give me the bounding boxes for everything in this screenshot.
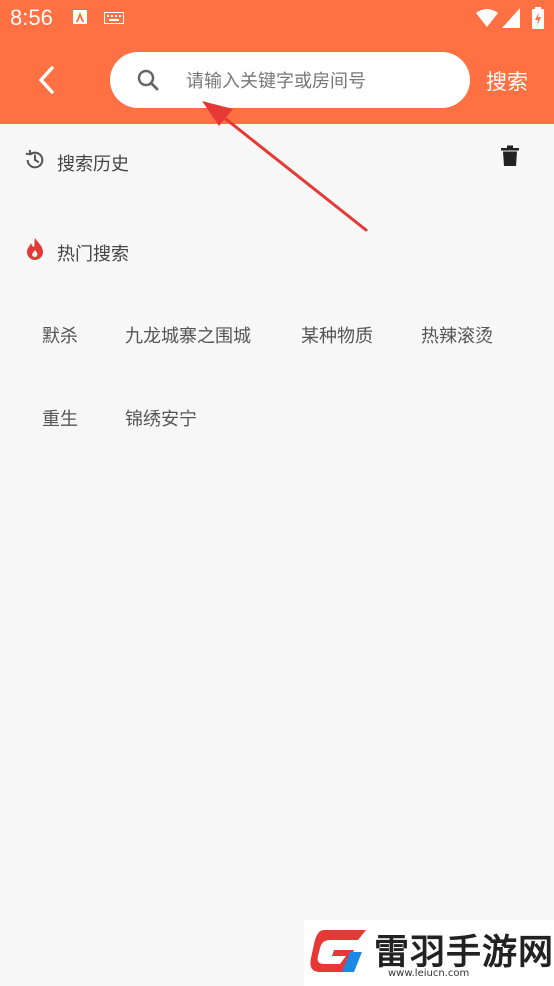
watermark-url: www.leiucn.com: [388, 968, 470, 979]
hot-tag[interactable]: 九龙城寨之围城: [125, 322, 251, 348]
chevron-left-icon: [39, 66, 54, 94]
hot-tag[interactable]: 热辣滚烫: [421, 322, 493, 348]
watermark: 雷羽手游网 www.leiucn.com: [304, 920, 554, 986]
hot-search-title: 热门搜索: [57, 244, 129, 265]
history-icon: [25, 149, 44, 169]
keyboard-icon: [104, 12, 124, 24]
hot-tag[interactable]: 重生: [42, 405, 78, 431]
search-history-title: 搜索历史: [57, 154, 129, 175]
annotation-arrow: [202, 101, 368, 232]
watermark-logo: [310, 930, 366, 972]
search-box[interactable]: [110, 52, 470, 108]
app-notification-icon: [73, 10, 87, 24]
search-header: 搜索: [0, 36, 554, 124]
hot-tag[interactable]: 默杀: [42, 322, 78, 348]
status-time: 8:56: [10, 5, 53, 30]
status-bar: 8:56: [0, 0, 554, 36]
search-input[interactable]: [184, 62, 458, 100]
wifi-icon: [476, 9, 498, 27]
signal-icon: [502, 8, 520, 28]
search-button[interactable]: 搜索: [486, 66, 528, 96]
trash-icon[interactable]: [500, 145, 520, 167]
back-button[interactable]: [26, 58, 66, 102]
hot-tag[interactable]: 某种物质: [301, 322, 373, 348]
search-icon: [137, 69, 159, 91]
flame-icon: [27, 238, 43, 260]
hot-tag[interactable]: 锦绣安宁: [125, 405, 197, 431]
battery-charging-icon: [532, 7, 544, 29]
